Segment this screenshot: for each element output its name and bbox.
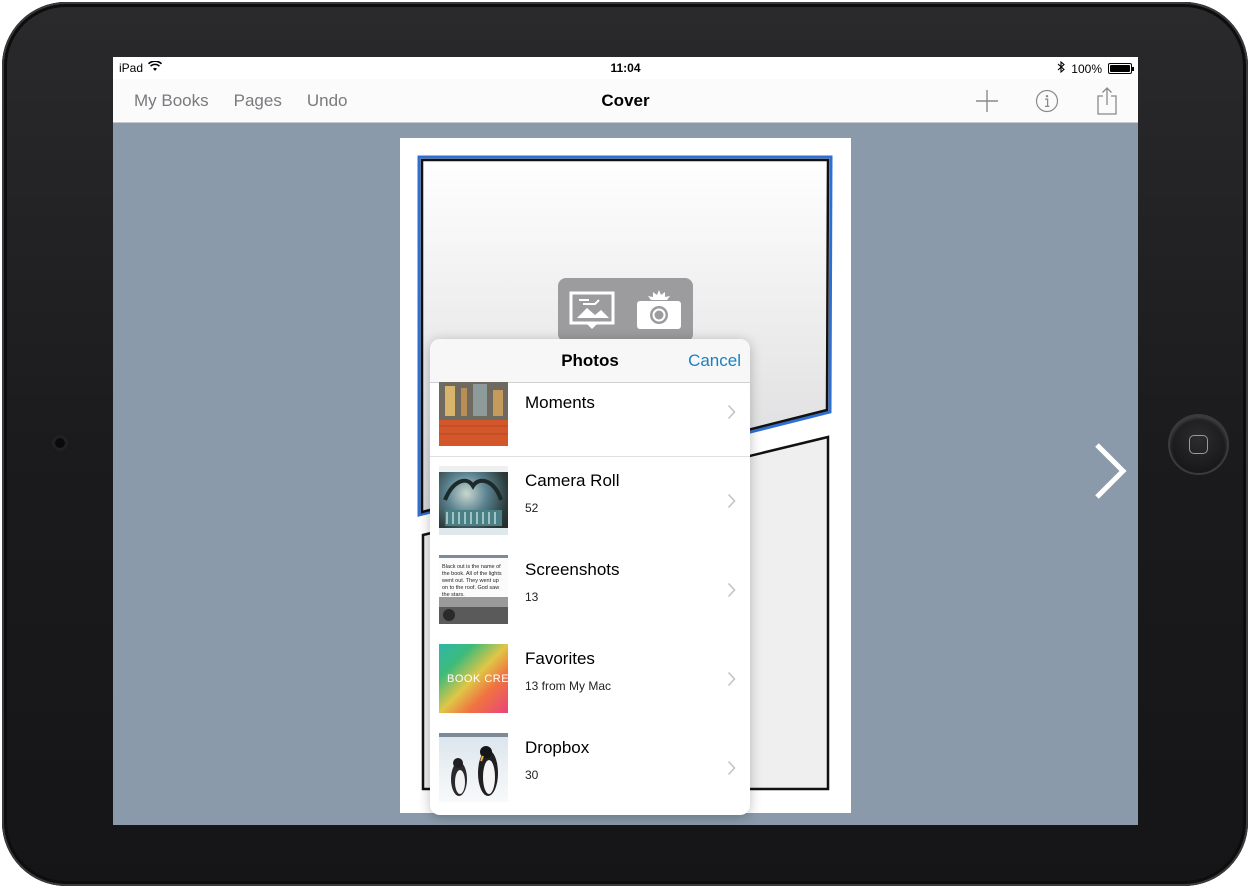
camera-icon[interactable] bbox=[626, 278, 694, 342]
album-name: Camera Roll bbox=[525, 471, 620, 490]
battery-percent: 100% bbox=[1071, 61, 1102, 76]
front-camera bbox=[53, 436, 67, 450]
album-name: Dropbox bbox=[525, 738, 590, 757]
share-icon[interactable] bbox=[1094, 87, 1120, 115]
plus-icon[interactable] bbox=[974, 87, 1000, 115]
album-row-favorites[interactable]: BOOK CRE Favorites 13 from My Mac bbox=[430, 635, 750, 724]
album-count: 13 from My Mac bbox=[525, 679, 612, 693]
album-count: 13 bbox=[525, 590, 539, 604]
chevron-right-icon bbox=[727, 493, 736, 509]
album-count: 52 bbox=[525, 501, 539, 515]
screen: iPad 11:04 100% My Books Pages Undo Cove… bbox=[113, 57, 1138, 825]
album-thumbnail-camera-roll bbox=[439, 466, 508, 535]
album-thumbnail-moments bbox=[439, 382, 508, 446]
album-name: Screenshots bbox=[525, 560, 620, 579]
navigation-bar: My Books Pages Undo Cover bbox=[113, 79, 1138, 123]
chevron-right-icon bbox=[727, 582, 736, 598]
album-thumbnail-screenshots: Black out is the name of the book. All o… bbox=[439, 555, 508, 624]
next-page-arrow-icon[interactable] bbox=[1091, 441, 1131, 501]
popover-header: Photos Cancel bbox=[430, 339, 750, 383]
battery-icon bbox=[1108, 63, 1134, 74]
album-name: Moments bbox=[525, 393, 595, 412]
album-row-dropbox[interactable]: Dropbox 30 bbox=[430, 724, 750, 813]
album-name: Favorites bbox=[525, 649, 595, 668]
album-row-screenshots[interactable]: Black out is the name of the book. All o… bbox=[430, 546, 750, 635]
home-button[interactable] bbox=[1170, 416, 1227, 473]
bluetooth-icon bbox=[1057, 60, 1066, 76]
screenshot-thumbnail-text: Black out is the name of the book. All o… bbox=[442, 564, 502, 598]
album-row-camera-roll[interactable]: Camera Roll 52 bbox=[430, 457, 750, 546]
album-list: Moments Camera Roll 52 Black out is the … bbox=[430, 382, 750, 813]
status-time: 11:04 bbox=[610, 61, 641, 75]
chevron-right-icon bbox=[727, 760, 736, 776]
album-row-moments[interactable]: Moments bbox=[430, 382, 750, 457]
chevron-right-icon bbox=[727, 404, 736, 420]
photo-library-icon[interactable] bbox=[558, 278, 626, 342]
chevron-right-icon bbox=[727, 671, 736, 687]
cancel-button[interactable]: Cancel bbox=[688, 351, 741, 371]
media-buttons bbox=[558, 278, 693, 342]
album-count: 30 bbox=[525, 768, 539, 782]
album-thumbnail-favorites: BOOK CRE bbox=[439, 644, 508, 713]
favorites-thumbnail-text: BOOK CRE bbox=[447, 673, 508, 685]
info-icon[interactable] bbox=[1034, 87, 1060, 115]
photos-popover: Photos Cancel Moments Camera Roll 52 Bla… bbox=[430, 339, 750, 815]
album-thumbnail-dropbox bbox=[439, 733, 508, 802]
status-bar: iPad 11:04 100% bbox=[113, 57, 1138, 79]
